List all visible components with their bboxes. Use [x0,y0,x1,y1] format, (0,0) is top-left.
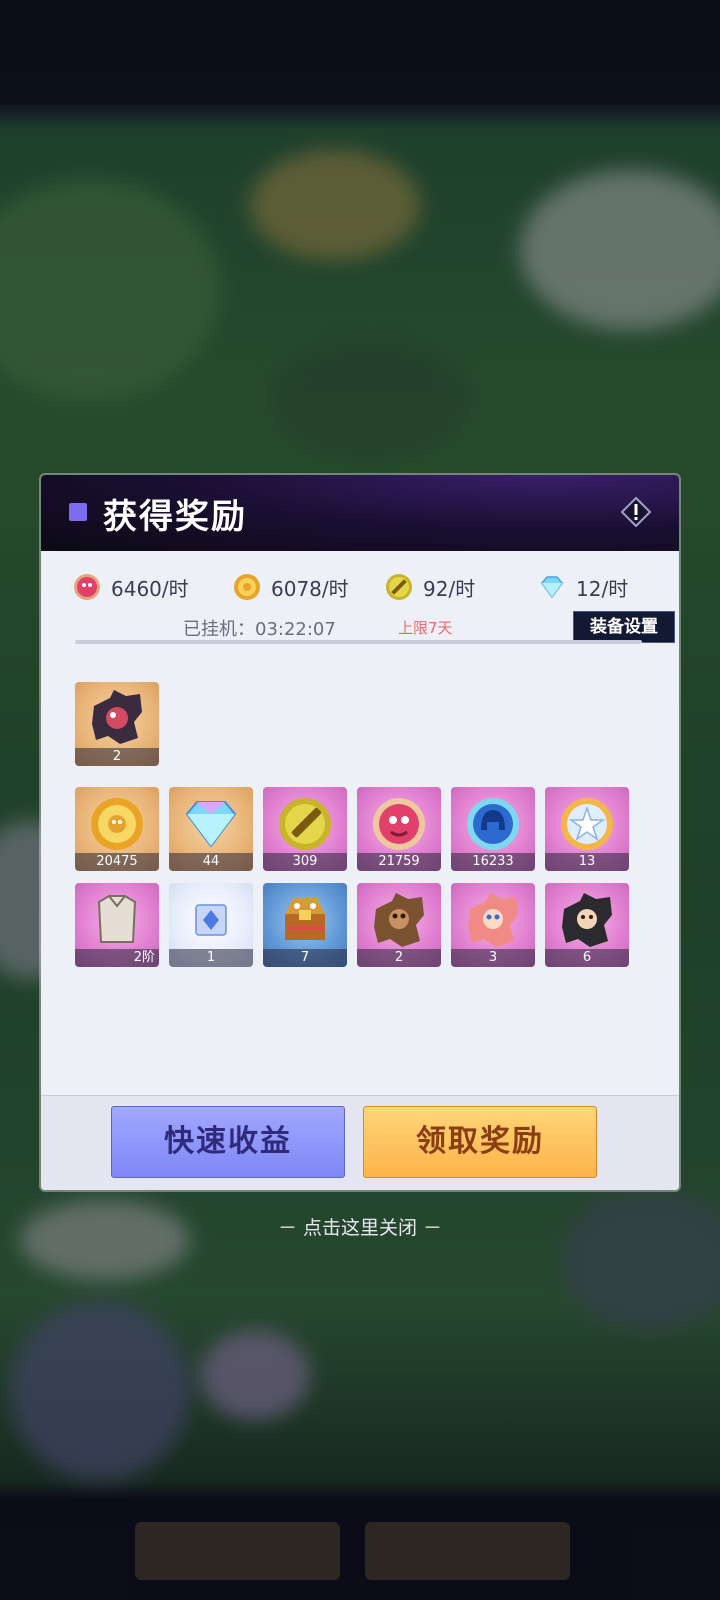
dialog-title: 获得奖励 [103,497,247,537]
info-icon[interactable] [621,497,651,527]
hero-shard-icon [468,892,518,947]
afk-timer-row: 已挂机：03:22:07 上限7天 装备设置 [73,611,679,643]
reward-item[interactable]: 21759 [357,787,441,871]
rate-gold: 6078/时 [233,570,349,604]
rate-pink-orb: 6460/时 [73,570,189,604]
item-count: 3 [451,949,535,967]
helmet-orb-icon [467,797,519,850]
item-count: 13 [545,853,629,871]
item-count: 21759 [357,853,441,871]
item-count: 2阶 [75,949,159,967]
close-hint[interactable]: － 点击这里关闭 － [0,1213,720,1240]
reward-item[interactable]: 2 [357,883,441,967]
rate-value: 92/时 [423,576,476,601]
claim-rewards-button[interactable]: 领取奖励 [363,1106,597,1178]
rate-value: 12/时 [576,576,629,601]
title-square-icon [69,503,87,521]
divider [75,640,642,644]
reward-item[interactable]: 16233 [451,787,535,871]
sword-orb-icon [279,797,331,850]
reward-item[interactable]: 20475 [75,787,159,871]
diamond-icon [185,800,237,848]
item-count: 2 [357,949,441,967]
item-count: 16233 [451,853,535,871]
dialog-header: 获得奖励 [41,475,679,551]
reward-dialog: 获得奖励 6460/时 6078/时 92/时 12/时 已挂机：03:22:0… [41,475,679,1190]
pink-orb-icon [373,797,425,850]
afk-limit: 上限7天 [398,619,453,637]
reward-item[interactable]: 6 [545,883,629,967]
item-count: 6 [545,949,629,967]
rate-value: 6078/时 [271,576,349,601]
item-count: 2 [75,748,159,766]
income-rates: 6460/时 6078/时 92/时 12/时 [73,570,679,604]
dialog-footer: 快速收益 领取奖励 [41,1095,679,1190]
star-orb-icon [561,797,613,850]
reward-item[interactable]: 309 [263,787,347,871]
hero-shard-icon [374,892,424,947]
hero-shard-icon [92,689,142,744]
sword-orb-icon [386,574,412,600]
rate-diamond: 12/时 [538,570,628,604]
reward-item[interactable]: 2阶 [75,883,159,967]
reward-item[interactable]: 3 [451,883,535,967]
item-count: 309 [263,853,347,871]
item-count: 1 [169,949,253,967]
reward-item[interactable]: 13 [545,787,629,871]
rate-value: 6460/时 [111,576,189,601]
quick-earnings-button[interactable]: 快速收益 [111,1106,345,1178]
blue-gem-icon [195,904,227,936]
treasure-chest-icon [285,897,325,940]
rate-sword: 92/时 [385,570,475,604]
item-count: 7 [263,949,347,967]
equipment-settings-button[interactable]: 装备设置 [573,611,675,643]
item-count: 44 [169,853,253,871]
gold-coin-icon [91,797,143,850]
reward-item[interactable]: 1 [169,883,253,967]
featured-reward-item[interactable]: 2 [75,682,159,766]
reward-item[interactable]: 44 [169,787,253,871]
reward-item[interactable]: 7 [263,883,347,967]
gold-coin-icon [234,574,260,600]
diamond-icon [541,576,563,599]
armor-icon [97,894,137,943]
item-count: 20475 [75,853,159,871]
hero-shard-icon [562,892,612,947]
pink-orb-icon [74,574,100,600]
afk-timer: 已挂机：03:22:07 [183,619,336,640]
